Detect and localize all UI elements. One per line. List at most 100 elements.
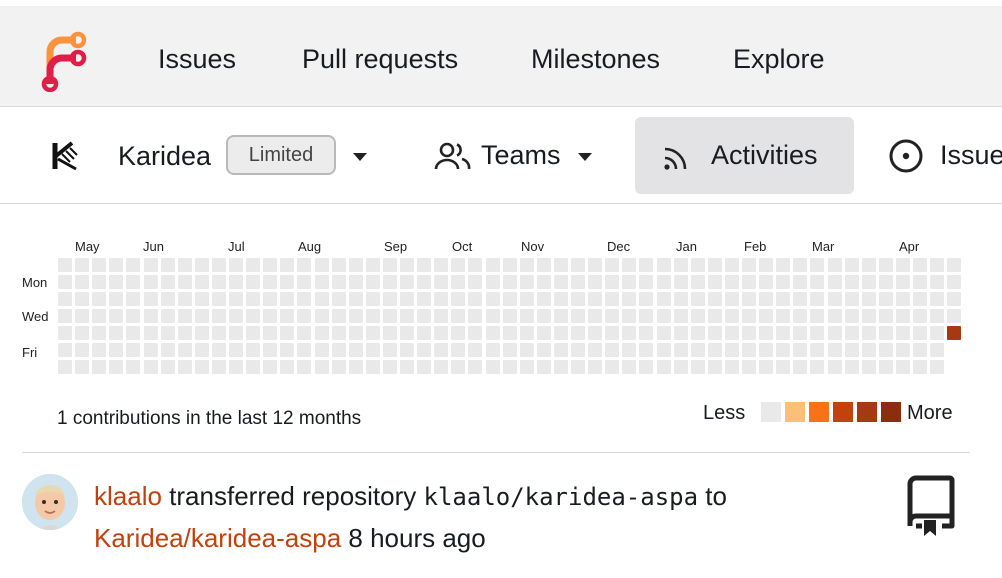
heatmap-cell[interactable] [126,309,141,323]
heatmap-cell[interactable] [75,326,90,340]
heatmap-cell[interactable] [229,309,243,323]
heatmap-cell[interactable] [417,343,432,357]
heatmap-cell[interactable] [434,275,449,289]
heatmap-cell[interactable] [229,258,243,272]
heatmap-cell[interactable] [382,292,397,306]
heatmap-cell[interactable] [588,343,603,357]
heatmap-cell[interactable] [810,326,825,340]
heatmap-cell[interactable] [571,292,585,306]
heatmap-cell[interactable] [92,258,107,272]
heatmap-cell[interactable] [844,309,859,323]
heatmap-cell[interactable] [742,343,756,357]
heatmap-cell[interactable] [468,360,483,374]
heatmap-cell[interactable] [434,360,449,374]
heatmap-cell[interactable] [417,275,432,289]
heatmap-cell[interactable] [827,292,842,306]
heatmap-cell[interactable] [126,275,141,289]
heatmap-cell[interactable] [673,360,688,374]
heatmap-cell[interactable] [126,360,141,374]
heatmap-cell[interactable] [348,326,363,340]
heatmap-cell[interactable] [211,360,226,374]
heatmap-cell[interactable] [331,275,346,289]
heatmap-cell[interactable] [519,258,534,272]
heatmap-cell[interactable] [895,326,910,340]
heatmap-cell[interactable] [485,292,500,306]
heatmap-cell[interactable] [947,275,962,289]
heatmap-cell[interactable] [382,275,397,289]
heatmap-cell[interactable] [793,309,808,323]
heatmap-cell[interactable] [553,326,568,340]
heatmap-cell[interactable] [656,292,671,306]
heatmap-cell[interactable] [536,275,551,289]
heatmap-cell[interactable] [263,292,278,306]
heatmap-cell[interactable] [827,326,842,340]
heatmap-cell[interactable] [92,292,107,306]
heatmap-cell[interactable] [673,258,688,272]
heatmap-cell[interactable] [742,258,756,272]
heatmap-cell[interactable] [536,343,551,357]
heatmap-cell[interactable] [365,309,380,323]
heatmap-cell[interactable] [588,292,603,306]
heatmap-cell[interactable] [810,292,825,306]
heatmap-cell[interactable] [673,275,688,289]
heatmap-cell[interactable] [331,343,346,357]
heatmap-cell[interactable] [365,275,380,289]
heatmap-cell[interactable] [913,343,927,357]
heatmap-cell[interactable] [348,360,363,374]
heatmap-cell[interactable] [878,309,893,323]
heatmap-cell[interactable] [485,275,500,289]
heatmap-cell[interactable] [656,275,671,289]
heatmap-cell[interactable] [571,258,585,272]
heatmap-cell[interactable] [673,343,688,357]
heatmap-cell[interactable] [314,309,329,323]
heatmap-cell[interactable] [434,292,449,306]
heatmap-cell[interactable] [536,309,551,323]
heatmap-cell[interactable] [502,309,517,323]
heatmap-cell[interactable] [382,309,397,323]
heatmap-cell[interactable] [348,292,363,306]
heatmap-cell[interactable] [656,326,671,340]
heatmap-cell[interactable] [194,309,209,323]
tab-issues[interactable]: Issues [940,140,1002,171]
teams-caret-icon[interactable] [578,153,592,161]
heatmap-cell[interactable] [947,292,962,306]
heatmap-cell[interactable] [382,360,397,374]
heatmap-cell[interactable] [502,326,517,340]
heatmap-cell[interactable] [417,360,432,374]
heatmap-cell[interactable] [400,326,414,340]
heatmap-cell[interactable] [930,360,945,374]
heatmap-cell[interactable] [724,292,739,306]
heatmap-cell[interactable] [810,343,825,357]
heatmap-cell[interactable] [365,258,380,272]
heatmap-cell[interactable] [194,343,209,357]
heatmap-cell[interactable] [776,360,791,374]
heatmap-cell[interactable] [536,326,551,340]
heatmap-cell[interactable] [947,326,962,340]
org-avatar-icon[interactable] [50,139,84,173]
heatmap-cell[interactable] [742,275,756,289]
heatmap-cell[interactable] [365,343,380,357]
heatmap-cell[interactable] [58,275,72,289]
heatmap-cell[interactable] [759,360,774,374]
heatmap-cell[interactable] [502,343,517,357]
heatmap-cell[interactable] [143,275,158,289]
heatmap-cell[interactable] [724,275,739,289]
heatmap-cell[interactable] [485,326,500,340]
heatmap-cell[interactable] [160,275,175,289]
heatmap-cell[interactable] [246,292,261,306]
heatmap-cell[interactable] [810,309,825,323]
heatmap-cell[interactable] [878,343,893,357]
heatmap-cell[interactable] [417,309,432,323]
heatmap-cell[interactable] [211,309,226,323]
heatmap-cell[interactable] [622,309,637,323]
heatmap-cell[interactable] [947,309,962,323]
heatmap-cell[interactable] [400,360,414,374]
heatmap-cell[interactable] [571,309,585,323]
heatmap-cell[interactable] [913,309,927,323]
heatmap-cell[interactable] [75,258,90,272]
heatmap-cell[interactable] [639,326,654,340]
heatmap-cell[interactable] [895,258,910,272]
heatmap-cell[interactable] [348,258,363,272]
heatmap-cell[interactable] [742,309,756,323]
heatmap-cell[interactable] [485,360,500,374]
